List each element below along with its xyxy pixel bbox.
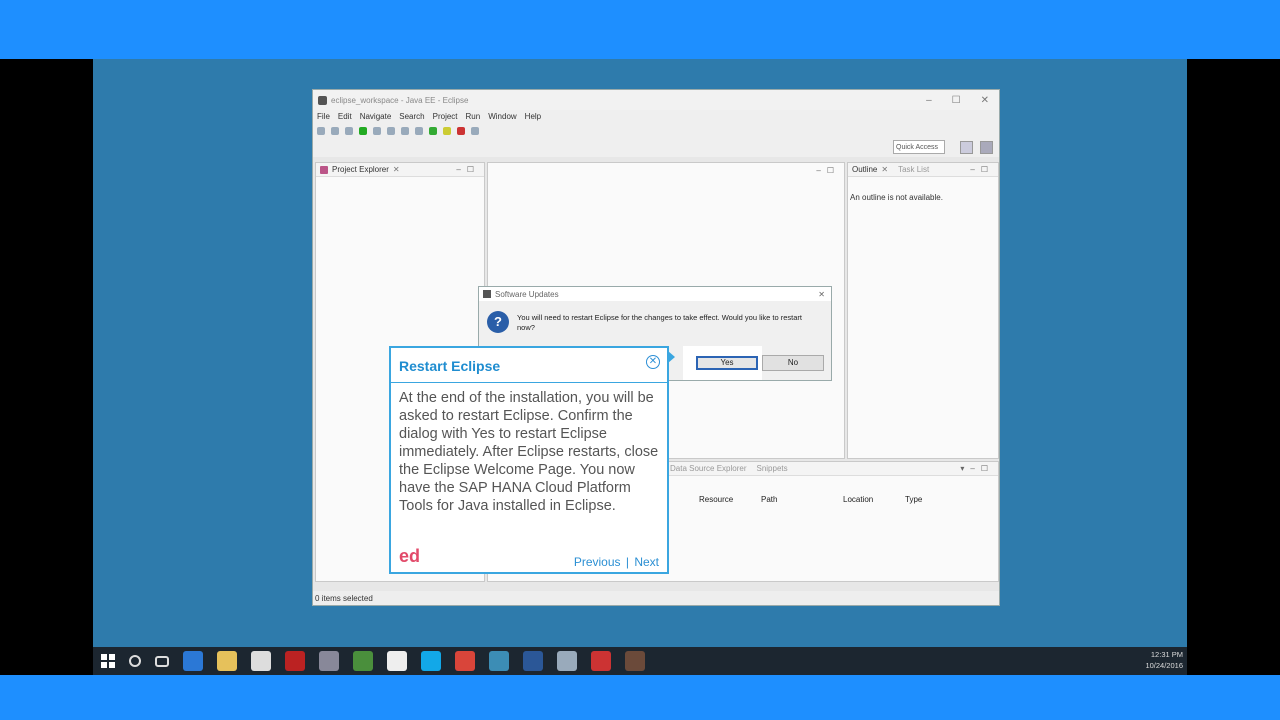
eclipse-app-icon bbox=[318, 95, 327, 105]
data-source-explorer-tab[interactable]: Data Source Explorer bbox=[670, 464, 746, 473]
outline-tabs: Outline ✕ Task List –☐ bbox=[848, 163, 998, 177]
eclipse-titlebar: eclipse_workspace - Java EE - Eclipse – … bbox=[313, 90, 999, 110]
bottom-band bbox=[0, 675, 1280, 720]
chrome2-icon[interactable] bbox=[455, 651, 475, 671]
project-explorer-tab[interactable]: Project Explorer ✕ –☐ bbox=[316, 163, 484, 177]
status-text: 0 items selected bbox=[315, 593, 373, 603]
debug-icon[interactable] bbox=[345, 127, 353, 135]
top-band bbox=[0, 0, 1280, 59]
app2-icon[interactable] bbox=[387, 651, 407, 671]
outline-panel: Outline ✕ Task List –☐ An outline is not… bbox=[847, 162, 999, 459]
menu-search[interactable]: Search bbox=[399, 112, 424, 121]
eclipse-icon[interactable] bbox=[625, 651, 645, 671]
callout-arrow bbox=[668, 351, 675, 363]
yes-button[interactable]: Yes bbox=[696, 356, 758, 370]
start-server-icon[interactable] bbox=[429, 127, 437, 135]
editor-controls[interactable]: –☐ bbox=[816, 166, 844, 175]
question-icon: ? bbox=[487, 311, 509, 333]
taskbar-clock[interactable]: 12:31 PM 10/24/2016 bbox=[1145, 649, 1183, 671]
callout-body: At the end of the installation, you will… bbox=[399, 390, 659, 514]
external-tools-icon[interactable] bbox=[373, 127, 381, 135]
menu-help[interactable]: Help bbox=[525, 112, 541, 121]
callout-title: Restart Eclipse bbox=[399, 358, 501, 374]
windows-start-icon[interactable] bbox=[101, 654, 115, 668]
ed-logo: ed bbox=[399, 546, 421, 566]
task-view-icon[interactable] bbox=[155, 655, 169, 667]
eclipse-toolbar bbox=[313, 123, 999, 139]
open-perspective-icon[interactable] bbox=[960, 141, 973, 154]
file-explorer-icon[interactable] bbox=[217, 651, 237, 671]
save-icon[interactable] bbox=[331, 127, 339, 135]
bottom-controls[interactable]: ▾–☐ bbox=[960, 464, 998, 473]
chrome3-icon[interactable] bbox=[591, 651, 611, 671]
project-explorer-label: Project Explorer bbox=[332, 165, 389, 174]
quick-access-field[interactable]: Quick Access bbox=[893, 140, 945, 154]
chrome-icon[interactable] bbox=[353, 651, 373, 671]
app-icon[interactable] bbox=[319, 651, 339, 671]
close-icon[interactable]: ✕ bbox=[981, 95, 989, 106]
maximize-icon[interactable]: ☐ bbox=[952, 95, 961, 106]
minimize-icon[interactable]: – bbox=[926, 95, 932, 106]
no-button[interactable]: No bbox=[762, 355, 824, 371]
menu-file[interactable]: File bbox=[317, 112, 330, 121]
clock-time: 12:31 PM bbox=[1150, 650, 1183, 659]
dialog-message: You will need to restart Eclipse for the… bbox=[517, 313, 803, 332]
new-server-icon[interactable] bbox=[387, 127, 395, 135]
stop-server-icon[interactable] bbox=[457, 127, 465, 135]
snippets-tab[interactable]: Snippets bbox=[756, 464, 787, 473]
word-icon[interactable] bbox=[523, 651, 543, 671]
menu-run[interactable]: Run bbox=[466, 112, 481, 121]
taskbar: 12:31 PM 10/24/2016 bbox=[93, 647, 1187, 675]
previous-link[interactable]: Previous bbox=[574, 555, 621, 569]
close-tab-icon[interactable]: ✕ bbox=[393, 165, 400, 174]
pause-server-icon[interactable] bbox=[443, 127, 451, 135]
outline-message: An outline is not available. bbox=[850, 193, 943, 202]
search-icon[interactable] bbox=[415, 127, 423, 135]
java-ee-perspective-icon[interactable] bbox=[980, 141, 993, 154]
outline-controls[interactable]: –☐ bbox=[970, 165, 998, 174]
skype-icon[interactable] bbox=[421, 651, 441, 671]
outline-close-icon[interactable]: ✕ bbox=[881, 165, 888, 174]
cortana-icon[interactable] bbox=[129, 655, 141, 667]
col-type[interactable]: Type bbox=[905, 495, 922, 504]
task-list-tab[interactable]: Task List bbox=[898, 165, 929, 174]
col-location[interactable]: Location bbox=[843, 495, 873, 504]
app3-icon[interactable] bbox=[489, 651, 509, 671]
callout-nav: Previous | Next bbox=[574, 555, 659, 569]
filezilla-icon[interactable] bbox=[285, 651, 305, 671]
window-title: eclipse_workspace - Java EE - Eclipse bbox=[331, 95, 469, 105]
menu-project[interactable]: Project bbox=[433, 112, 458, 121]
dialog-titlebar: Software Updates ✕ bbox=[479, 287, 831, 301]
clock-date: 10/24/2016 bbox=[1145, 661, 1183, 670]
menu-window[interactable]: Window bbox=[488, 112, 516, 121]
dialog-title: Software Updates bbox=[495, 289, 559, 299]
menu-edit[interactable]: Edit bbox=[338, 112, 352, 121]
app4-icon[interactable] bbox=[557, 651, 577, 671]
col-resource[interactable]: Resource bbox=[699, 495, 733, 504]
col-path[interactable]: Path bbox=[761, 495, 777, 504]
panel-controls[interactable]: –☐ bbox=[456, 165, 484, 174]
edge-icon[interactable] bbox=[183, 651, 203, 671]
dialog-app-icon bbox=[483, 290, 491, 298]
menu-navigate[interactable]: Navigate bbox=[360, 112, 392, 121]
editor-head: –☐ bbox=[488, 163, 844, 177]
open-type-icon[interactable] bbox=[401, 127, 409, 135]
callout-divider bbox=[391, 382, 667, 383]
new-icon[interactable] bbox=[317, 127, 325, 135]
task-icon[interactable] bbox=[471, 127, 479, 135]
taskbar-icons bbox=[101, 651, 645, 671]
menubar: File Edit Navigate Search Project Run Wi… bbox=[313, 110, 999, 123]
tutorial-callout: Restart Eclipse ✕ At the end of the inst… bbox=[389, 346, 669, 574]
nav-separator: | bbox=[625, 555, 629, 569]
status-bar: 0 items selected bbox=[313, 591, 999, 605]
callout-close-icon[interactable]: ✕ bbox=[646, 355, 660, 369]
store-icon[interactable] bbox=[251, 651, 271, 671]
dialog-close-icon[interactable]: ✕ bbox=[818, 290, 831, 299]
outline-tab[interactable]: Outline bbox=[852, 165, 877, 174]
quick-access-row: Quick Access bbox=[313, 139, 999, 157]
project-explorer-icon bbox=[320, 165, 328, 174]
next-link[interactable]: Next bbox=[634, 555, 659, 569]
run-icon[interactable] bbox=[359, 127, 367, 135]
